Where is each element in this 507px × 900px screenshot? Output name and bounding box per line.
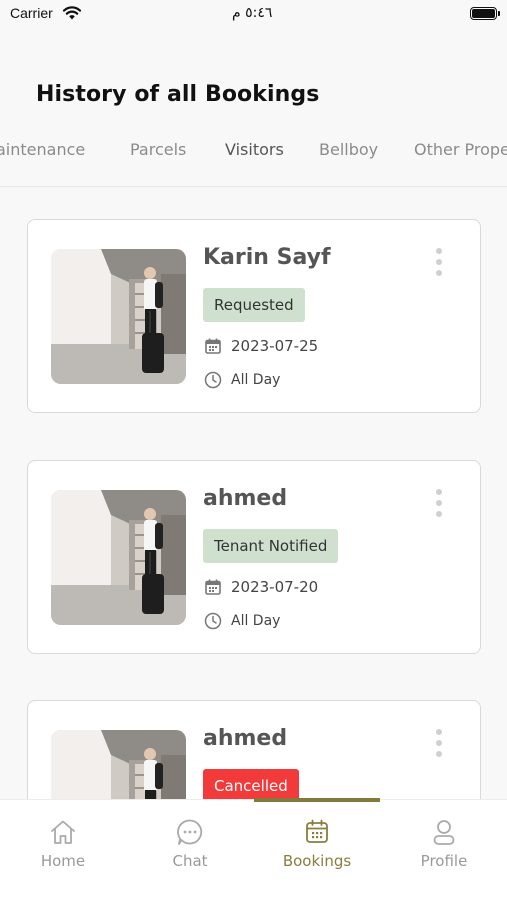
booking-time: All Day	[231, 613, 281, 629]
clock-icon	[204, 371, 222, 389]
nav-profile[interactable]: Profile	[381, 800, 507, 890]
more-options-icon[interactable]	[433, 489, 445, 519]
page-title: History of all Bookings	[36, 82, 320, 107]
tab-visitors[interactable]: Visitors	[225, 140, 284, 159]
wifi-icon	[62, 6, 82, 20]
visitor-name: Karin Sayf	[203, 245, 331, 270]
bottom-tab-bar: Home Chat Bookings Profile	[0, 798, 507, 900]
clock-icon	[204, 612, 222, 630]
nav-bookings[interactable]: Bookings	[254, 800, 380, 890]
tab-bellboy[interactable]: Bellboy	[319, 140, 378, 159]
calendar-icon	[205, 338, 221, 354]
status-badge: Requested	[203, 288, 305, 322]
calendar-icon	[205, 579, 221, 595]
nav-chat-label: Chat	[172, 852, 208, 870]
chat-icon	[177, 819, 203, 845]
nav-bookings-label: Bookings	[282, 852, 352, 870]
clock-label: ٥:٤٦ م	[232, 5, 273, 21]
tabs-divider	[0, 186, 507, 187]
battery-icon	[470, 7, 500, 20]
home-icon	[51, 820, 75, 844]
nav-home[interactable]: Home	[0, 800, 126, 890]
profile-icon	[433, 820, 455, 845]
status-bar: Carrier ٥:٤٦ م	[0, 0, 507, 30]
booking-card[interactable]: ahmed Tenant Notified 2023-07-20 All Day	[27, 460, 481, 654]
category-tabs: aintenance Parcels Visitors Bellboy Othe…	[0, 136, 507, 166]
more-options-icon[interactable]	[433, 729, 445, 759]
nav-home-label: Home	[40, 852, 86, 870]
visitor-photo	[51, 490, 186, 625]
nav-profile-label: Profile	[420, 852, 468, 870]
booking-date: 2023-07-25	[231, 337, 319, 355]
visitor-name: ahmed	[203, 486, 288, 511]
more-options-icon[interactable]	[433, 248, 445, 278]
calendar-icon	[306, 819, 328, 843]
carrier-label: Carrier	[10, 5, 53, 21]
booking-card[interactable]: Karin Sayf Requested 2023-07-25 All Day	[27, 219, 481, 413]
visitor-photo	[51, 249, 186, 384]
tab-parcels[interactable]: Parcels	[130, 140, 186, 159]
status-badge: Tenant Notified	[203, 529, 339, 563]
nav-chat[interactable]: Chat	[127, 800, 253, 890]
booking-date: 2023-07-20	[231, 578, 319, 596]
tab-maintenance[interactable]: aintenance	[0, 140, 85, 159]
booking-time: All Day	[231, 372, 281, 388]
tab-other-properties[interactable]: Other Prope	[414, 140, 507, 159]
visitor-name: ahmed	[203, 726, 288, 751]
